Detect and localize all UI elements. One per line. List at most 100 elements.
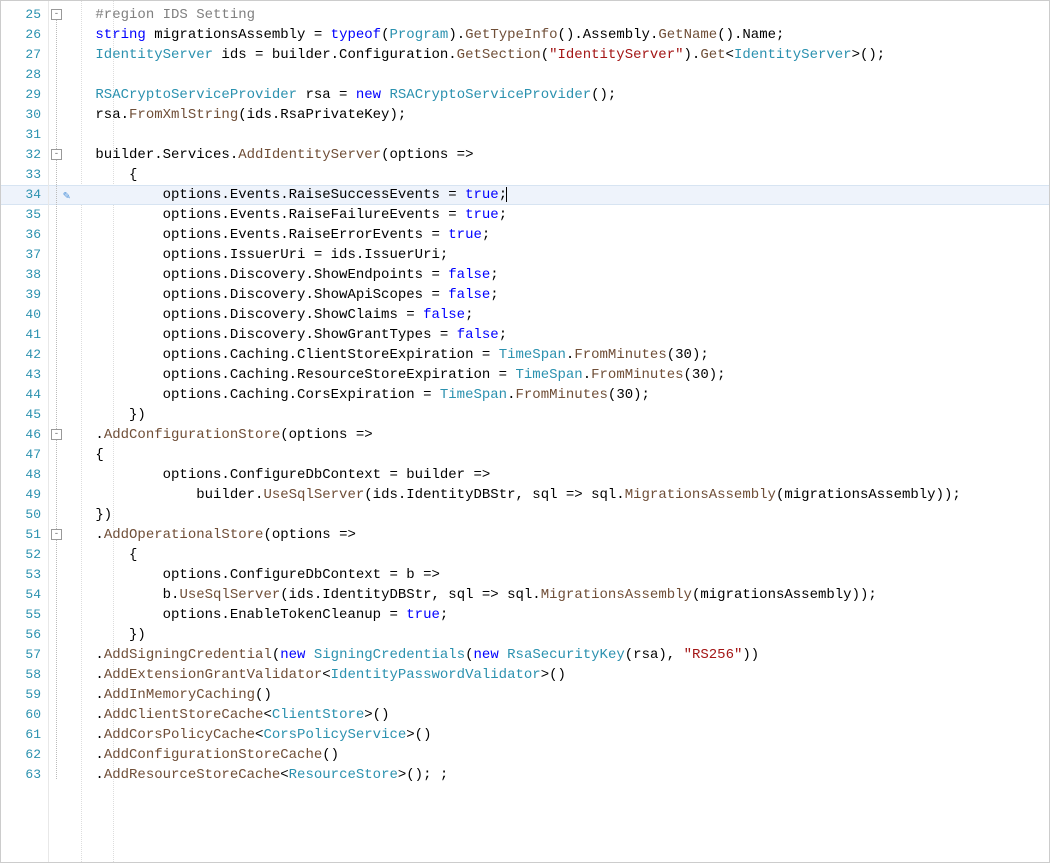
code-token: RSACryptoServiceProvider <box>389 87 591 103</box>
code-token: () <box>322 747 339 763</box>
line-number[interactable]: 29 <box>1 85 48 105</box>
code-line[interactable]: options.Caching.CorsExpiration = TimeSpa… <box>81 385 1049 405</box>
fold-toggle-icon[interactable]: - <box>51 149 62 160</box>
line-number[interactable]: 54 <box>1 585 48 605</box>
code-line[interactable]: .AddConfigurationStore(options => <box>81 425 1049 445</box>
line-number[interactable]: 44 <box>1 385 48 405</box>
line-number[interactable]: 47 <box>1 445 48 465</box>
line-number[interactable]: 41 <box>1 325 48 345</box>
line-number[interactable]: 37 <box>1 245 48 265</box>
line-number[interactable]: 51 <box>1 525 48 545</box>
fold-toggle-icon[interactable]: - <box>51 429 62 440</box>
line-number[interactable]: 46 <box>1 425 48 445</box>
code-token: options.Discovery.ShowEndpoints = <box>163 267 449 283</box>
folding-margin[interactable]: ----✎ <box>49 1 81 862</box>
code-editor[interactable]: 2526272829303132333435363738394041424344… <box>0 0 1050 863</box>
line-number[interactable]: 45 <box>1 405 48 425</box>
code-line[interactable]: }) <box>81 405 1049 425</box>
code-token: UseSqlServer <box>263 487 364 503</box>
line-number-gutter[interactable]: 2526272829303132333435363738394041424344… <box>1 1 49 862</box>
code-line[interactable]: { <box>81 545 1049 565</box>
line-number[interactable]: 35 <box>1 205 48 225</box>
code-line[interactable]: .AddConfigurationStoreCache() <box>81 745 1049 765</box>
code-line[interactable]: options.Discovery.ShowClaims = false; <box>81 305 1049 325</box>
code-line[interactable]: options.Discovery.ShowGrantTypes = false… <box>81 325 1049 345</box>
code-line[interactable]: options.Caching.ResourceStoreExpiration … <box>81 365 1049 385</box>
code-line[interactable]: options.Discovery.ShowEndpoints = false; <box>81 265 1049 285</box>
code-token: IdentityPasswordValidator <box>331 667 541 683</box>
code-line[interactable]: .AddOperationalStore(options => <box>81 525 1049 545</box>
code-token: . <box>507 387 515 403</box>
code-line[interactable]: options.ConfigureDbContext = builder => <box>81 465 1049 485</box>
line-number[interactable]: 62 <box>1 745 48 765</box>
line-number[interactable]: 59 <box>1 685 48 705</box>
line-number[interactable]: 34 <box>1 185 48 205</box>
code-line[interactable]: }) <box>81 625 1049 645</box>
line-number[interactable]: 33 <box>1 165 48 185</box>
code-token: options.ConfigureDbContext = b => <box>163 567 440 583</box>
code-line[interactable]: builder.Services.AddIdentityServer(optio… <box>81 145 1049 165</box>
code-line[interactable]: options.Discovery.ShowApiScopes = false; <box>81 285 1049 305</box>
code-line[interactable]: #region IDS Setting <box>81 5 1049 25</box>
code-line[interactable]: }) <box>81 505 1049 525</box>
code-token: MigrationsAssembly <box>625 487 776 503</box>
line-number[interactable]: 50 <box>1 505 48 525</box>
code-line[interactable] <box>81 65 1049 85</box>
code-line[interactable]: .AddSigningCredential(new SigningCredent… <box>81 645 1049 665</box>
line-number[interactable]: 39 <box>1 285 48 305</box>
code-line[interactable]: IdentityServer ids = builder.Configurati… <box>81 45 1049 65</box>
line-number[interactable]: 32 <box>1 145 48 165</box>
code-line[interactable]: options.Events.RaiseErrorEvents = true; <box>81 225 1049 245</box>
line-number[interactable]: 26 <box>1 25 48 45</box>
line-number[interactable]: 31 <box>1 125 48 145</box>
line-number[interactable]: 57 <box>1 645 48 665</box>
code-line[interactable]: { <box>81 165 1049 185</box>
code-token: rsa. <box>95 107 129 123</box>
fold-toggle-icon[interactable]: - <box>51 529 62 540</box>
line-number[interactable]: 30 <box>1 105 48 125</box>
code-token: true <box>406 607 440 623</box>
code-line[interactable]: string migrationsAssembly = typeof(Progr… <box>81 25 1049 45</box>
code-token: UseSqlServer <box>179 587 280 603</box>
line-number[interactable]: 49 <box>1 485 48 505</box>
code-line[interactable]: .AddCorsPolicyCache<CorsPolicyService>() <box>81 725 1049 745</box>
code-line[interactable]: options.ConfigureDbContext = b => <box>81 565 1049 585</box>
line-number[interactable]: 28 <box>1 65 48 85</box>
code-token: options.ConfigureDbContext = builder => <box>163 467 491 483</box>
code-line[interactable]: .AddInMemoryCaching() <box>81 685 1049 705</box>
code-line[interactable]: RSACryptoServiceProvider rsa = new RSACr… <box>81 85 1049 105</box>
fold-toggle-icon[interactable]: - <box>51 9 62 20</box>
code-line[interactable]: options.Events.RaiseSuccessEvents = true… <box>81 185 1049 205</box>
code-line[interactable]: builder.UseSqlServer(ids.IdentityDBStr, … <box>81 485 1049 505</box>
code-line[interactable]: b.UseSqlServer(ids.IdentityDBStr, sql =>… <box>81 585 1049 605</box>
line-number[interactable]: 36 <box>1 225 48 245</box>
line-number[interactable]: 40 <box>1 305 48 325</box>
code-line[interactable]: .AddClientStoreCache<ClientStore>() <box>81 705 1049 725</box>
line-number[interactable]: 56 <box>1 625 48 645</box>
line-number[interactable]: 38 <box>1 265 48 285</box>
line-number[interactable]: 52 <box>1 545 48 565</box>
code-line[interactable]: .AddResourceStoreCache<ResourceStore>();… <box>81 765 1049 785</box>
line-number[interactable]: 63 <box>1 765 48 785</box>
line-number[interactable]: 43 <box>1 365 48 385</box>
line-number[interactable]: 42 <box>1 345 48 365</box>
line-number[interactable]: 61 <box>1 725 48 745</box>
code-area[interactable]: #region IDS Setting string migrationsAss… <box>81 1 1049 862</box>
code-line[interactable]: options.Caching.ClientStoreExpiration = … <box>81 345 1049 365</box>
line-number[interactable]: 58 <box>1 665 48 685</box>
line-number[interactable]: 55 <box>1 605 48 625</box>
line-number[interactable]: 48 <box>1 465 48 485</box>
line-number[interactable]: 60 <box>1 705 48 725</box>
line-number[interactable]: 25 <box>1 5 48 25</box>
code-line[interactable]: .AddExtensionGrantValidator<IdentityPass… <box>81 665 1049 685</box>
code-token: ; <box>440 607 448 623</box>
code-line[interactable]: options.EnableTokenCleanup = true; <box>81 605 1049 625</box>
code-line[interactable]: options.IssuerUri = ids.IssuerUri; <box>81 245 1049 265</box>
code-line[interactable]: options.Events.RaiseFailureEvents = true… <box>81 205 1049 225</box>
code-token: AddSigningCredential <box>104 647 272 663</box>
code-line[interactable]: rsa.FromXmlString(ids.RsaPrivateKey); <box>81 105 1049 125</box>
line-number[interactable]: 53 <box>1 565 48 585</box>
line-number[interactable]: 27 <box>1 45 48 65</box>
code-line[interactable] <box>81 125 1049 145</box>
code-line[interactable]: { <box>81 445 1049 465</box>
